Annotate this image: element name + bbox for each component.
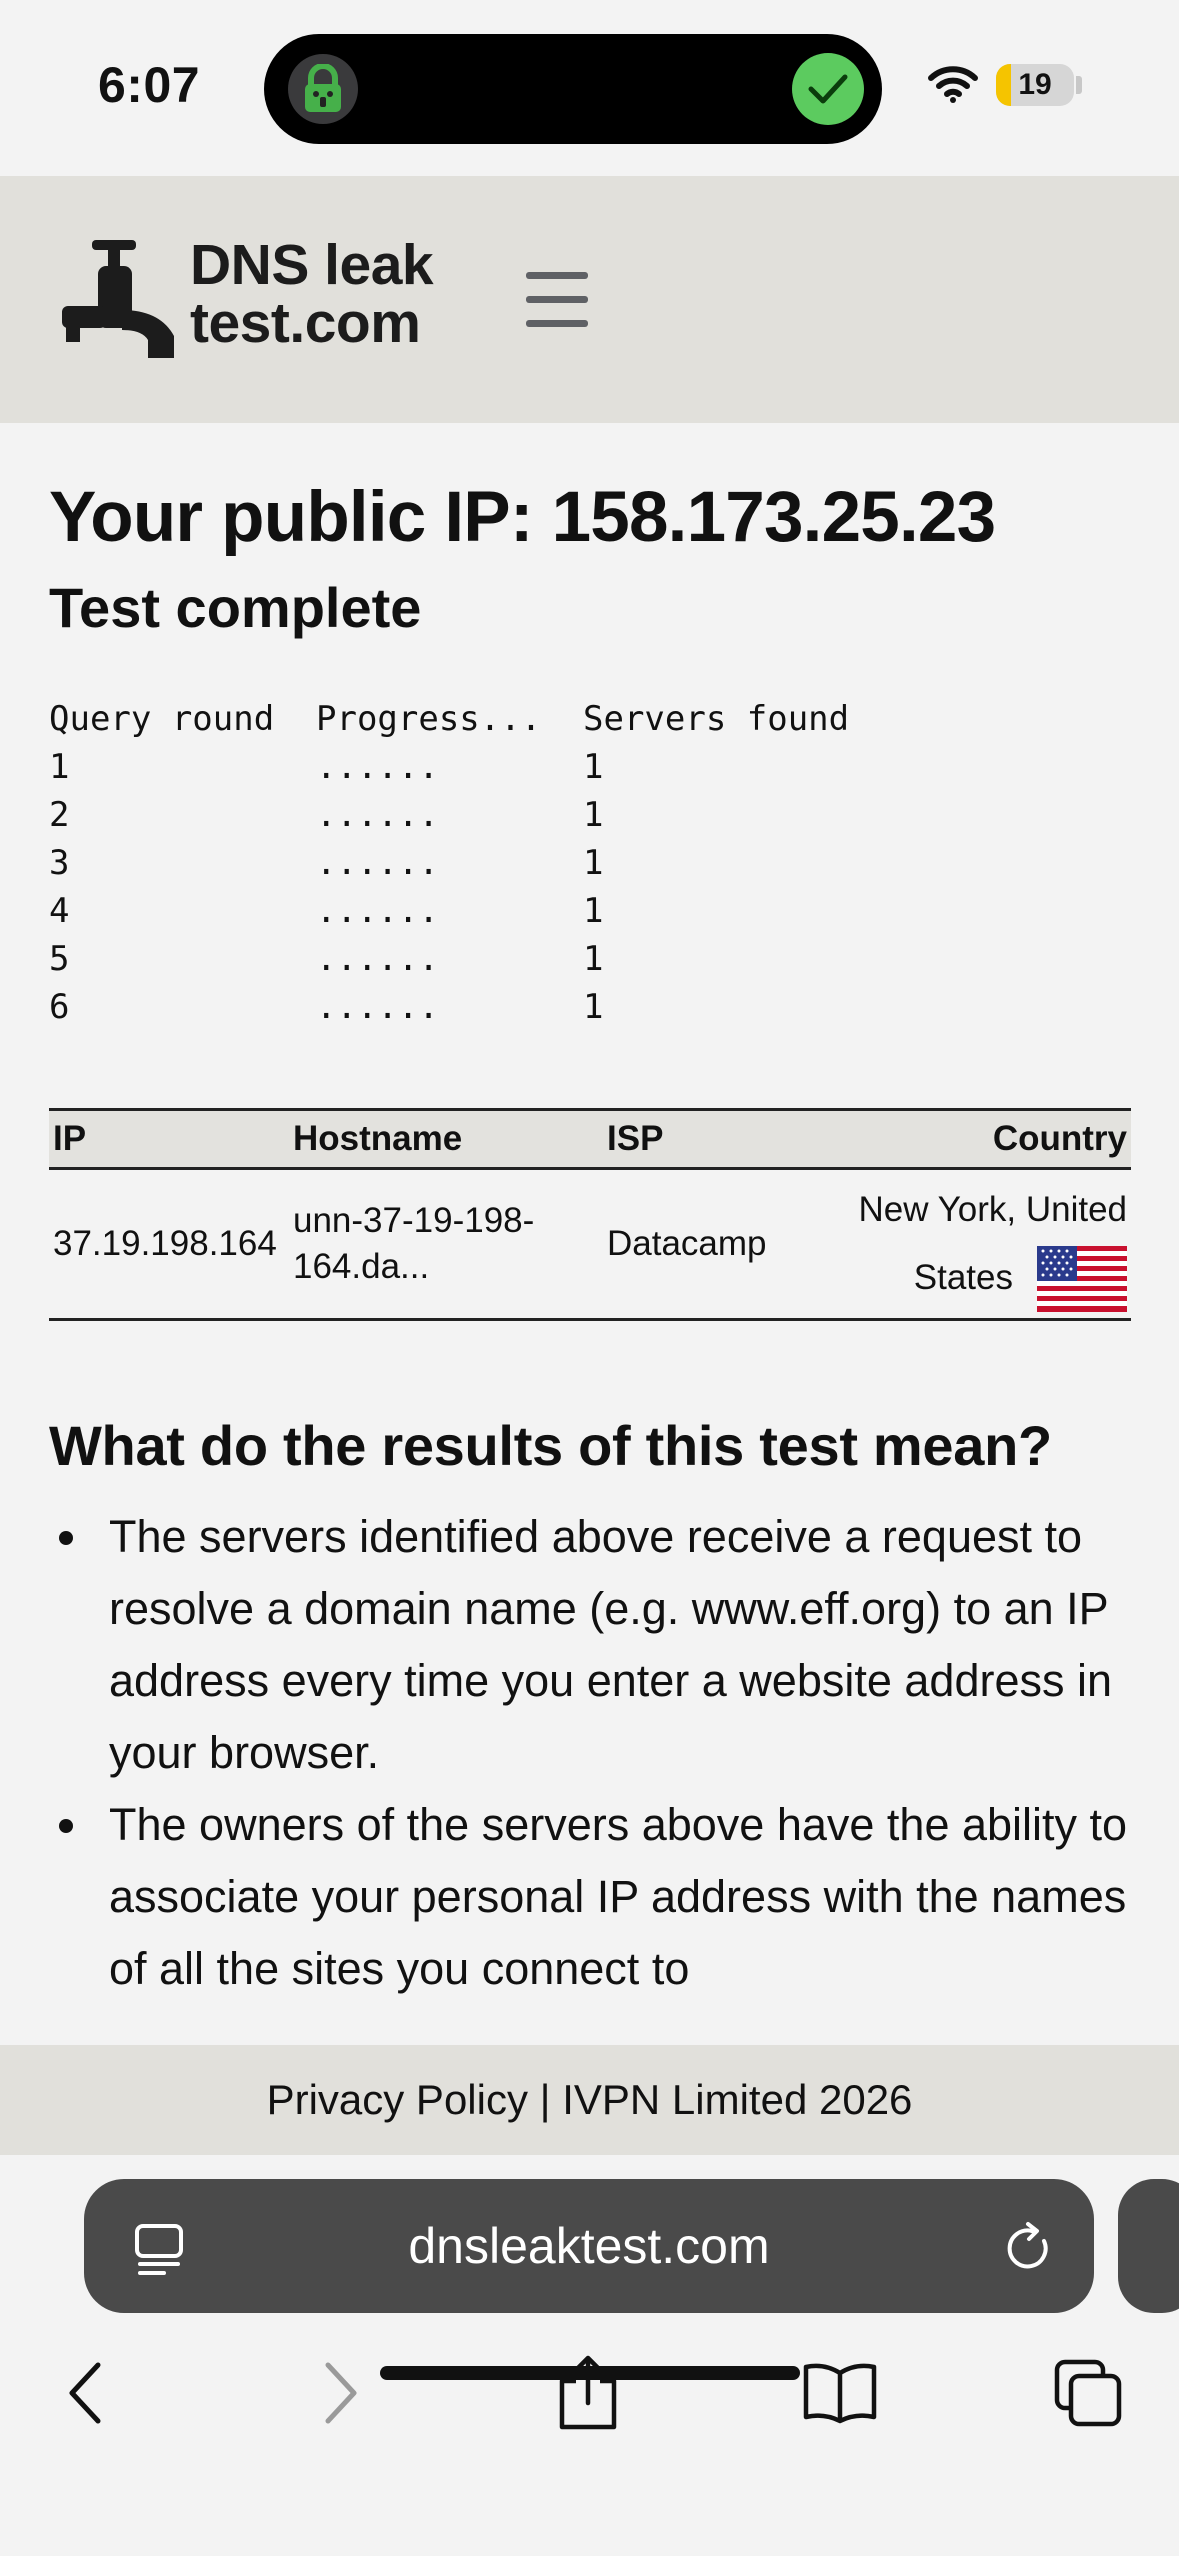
progress-row: 3 ...... 1: [49, 839, 849, 887]
url-text[interactable]: dnsleaktest.com: [84, 2179, 1094, 2313]
progress-row: 2 ...... 1: [49, 791, 849, 839]
chevron-left-icon: [69, 2362, 101, 2424]
progress-dots: ......: [316, 795, 439, 835]
progress-header-row: Query round Progress... Servers found: [49, 695, 849, 743]
logo-text: DNS leak test.com: [190, 233, 434, 355]
progress-found: 1: [583, 891, 604, 931]
tabs-icon: [1054, 2359, 1122, 2427]
progress-row: 6 ...... 1: [49, 983, 849, 1031]
explanation-list: The servers identified above receive a r…: [49, 1501, 1131, 2005]
progress-row: 5 ...... 1: [49, 935, 849, 983]
progress-round: 1: [49, 747, 70, 787]
explanation-heading: What do the results of this test mean?: [49, 1414, 1052, 1477]
logo-text-line1: DNS leak: [190, 233, 434, 297]
status-bar: 6:07 19: [0, 0, 1179, 176]
browser-chrome: dnsleaktest.com: [0, 2155, 1179, 2556]
progress-dots: ......: [316, 939, 439, 979]
progress-dots: ......: [316, 747, 439, 787]
back-button[interactable]: [46, 2353, 126, 2433]
progress-round: 2: [49, 795, 70, 835]
cell-isp: Datacamp: [603, 1168, 831, 1321]
progress-found: 1: [583, 747, 604, 787]
chevron-right-icon: [325, 2362, 357, 2424]
progress-round: 3: [49, 843, 70, 883]
home-indicator[interactable]: [380, 2366, 800, 2380]
col-ip: IP: [49, 1108, 289, 1170]
progress-round: 6: [49, 987, 70, 1027]
list-item: The servers identified above receive a r…: [49, 1501, 1131, 1789]
country-line1: New York, United: [858, 1189, 1127, 1229]
status-time: 6:07: [98, 57, 201, 113]
dns-servers-table: IP Hostname ISP Country 37.19.198.164 un…: [49, 1108, 1131, 1321]
query-progress: Query round Progress... Servers found 1 …: [49, 695, 849, 1031]
footer-text[interactable]: Privacy Policy | IVPN Limited 2026: [267, 2076, 913, 2123]
country-line2-wrap: States: [835, 1244, 1127, 1313]
progress-header-progress: Progress...: [316, 699, 542, 739]
progress-dots: ......: [316, 843, 439, 883]
checkmark-icon: [792, 53, 864, 125]
bookmarks-button[interactable]: [800, 2353, 880, 2433]
progress-round: 4: [49, 891, 70, 931]
dynamic-island[interactable]: [264, 34, 882, 144]
cell-country: New York, United States: [831, 1168, 1131, 1321]
wifi-icon: [928, 66, 978, 103]
progress-dots: ......: [316, 891, 439, 931]
faucet-logo-icon: [62, 240, 174, 358]
col-country: Country: [831, 1108, 1131, 1170]
progress-row: 4 ...... 1: [49, 887, 849, 935]
test-status: Test complete: [49, 576, 422, 639]
col-hostname: Hostname: [289, 1108, 603, 1170]
reload-icon[interactable]: [1004, 2221, 1054, 2273]
battery-percent: 19: [1018, 68, 1052, 101]
progress-header-found: Servers found: [583, 699, 850, 739]
progress-found: 1: [583, 987, 604, 1027]
cell-hostname: unn-37-19-198-164.da...: [289, 1168, 603, 1321]
site-footer[interactable]: Privacy Policy | IVPN Limited 2026: [0, 2045, 1179, 2155]
forward-button[interactable]: [300, 2353, 380, 2433]
battery-icon: 19: [996, 64, 1074, 106]
cell-ip: 37.19.198.164: [49, 1168, 289, 1321]
progress-found: 1: [583, 939, 604, 979]
progress-found: 1: [583, 795, 604, 835]
progress-found: 1: [583, 843, 604, 883]
page-title: Your public IP: 158.173.25.23: [49, 478, 996, 557]
logo-text-line2: test.com: [190, 291, 421, 355]
table-row: 37.19.198.164 unn-37-19-198-164.da... Da…: [49, 1168, 1131, 1321]
country-line2: States: [913, 1257, 1013, 1297]
vpn-lock-icon: [288, 54, 358, 124]
hamburger-menu-icon[interactable]: [526, 272, 588, 328]
us-flag-icon: [1037, 1246, 1127, 1313]
progress-round: 5: [49, 939, 70, 979]
progress-header-round: Query round: [49, 699, 275, 739]
share-button[interactable]: [548, 2353, 628, 2433]
table-header-row: IP Hostname ISP Country: [49, 1108, 1131, 1170]
next-tab-preview[interactable]: [1118, 2179, 1179, 2313]
tabs-button[interactable]: [1048, 2353, 1128, 2433]
col-isp: ISP: [603, 1108, 831, 1170]
site-logo[interactable]: DNS leak test.com: [62, 236, 462, 366]
site-header: DNS leak test.com: [0, 176, 1179, 423]
progress-dots: ......: [316, 987, 439, 1027]
book-icon: [803, 2363, 877, 2424]
progress-row: 1 ...... 1: [49, 743, 849, 791]
address-bar[interactable]: dnsleaktest.com: [84, 2179, 1094, 2313]
battery-cap: [1076, 76, 1082, 94]
list-item: The owners of the servers above have the…: [49, 1789, 1131, 2005]
